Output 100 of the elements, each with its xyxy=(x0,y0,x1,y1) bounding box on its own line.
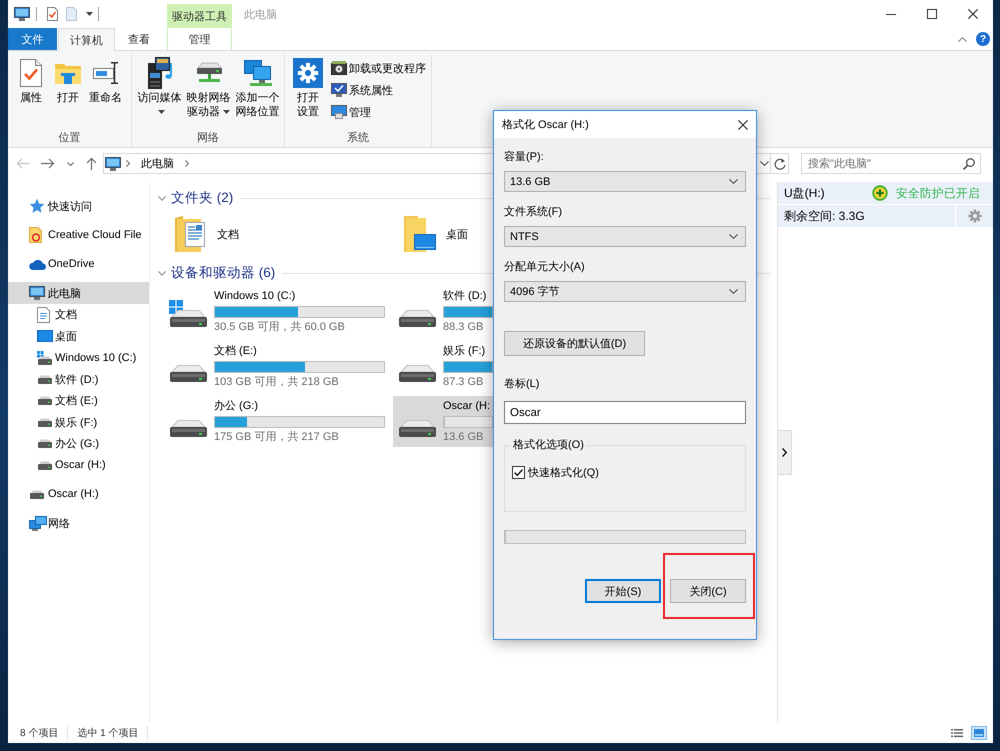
dialog-button[interactable]: 开始(S) xyxy=(585,579,661,603)
disc-box-icon xyxy=(331,61,347,75)
refresh-button[interactable] xyxy=(771,153,789,174)
ribbon-tab[interactable]: 计算机 xyxy=(58,28,115,51)
ribbon-button[interactable]: 卸载或更改程序 xyxy=(329,57,428,79)
text-field[interactable]: Oscar xyxy=(504,401,746,424)
checkbox-label[interactable]: 快速格式化(Q) xyxy=(528,464,599,480)
monitors-icon xyxy=(244,60,272,86)
drive-usage-text: 87.3 GB xyxy=(443,375,484,389)
maximize-icon[interactable] xyxy=(926,9,936,19)
ribbon-button[interactable]: 系统属性 xyxy=(329,79,428,101)
ribbon-tab[interactable]: 文件 xyxy=(8,28,57,50)
section-header[interactable]: 文件夹 (2) xyxy=(158,190,234,206)
close-icon[interactable] xyxy=(738,120,748,130)
ribbon-button[interactable]: 映射网络驱动器 xyxy=(184,57,233,119)
section-header[interactable]: 设备和驱动器 (6) xyxy=(158,265,276,281)
drive-name: 娱乐 (F:) xyxy=(443,344,486,358)
nav-item[interactable]: 文档 xyxy=(8,304,149,326)
ribbon-button[interactable]: 管理 xyxy=(329,101,428,123)
nav-item[interactable]: 快速访问 xyxy=(8,195,149,217)
dialog-title: 格式化 Oscar (H:) xyxy=(502,118,590,132)
drive-name: Windows 10 (C:) xyxy=(214,289,296,303)
folder-tile[interactable]: 文档 xyxy=(164,212,393,256)
nav-item[interactable]: 此电脑 xyxy=(8,282,149,304)
chevron-down-icon[interactable] xyxy=(67,162,74,166)
nav-item[interactable]: Creative Cloud File xyxy=(8,224,149,246)
expand-pane-button[interactable] xyxy=(778,430,792,475)
document-check-icon[interactable] xyxy=(47,7,58,21)
text-cursor-icon xyxy=(92,62,118,84)
dropdown[interactable]: 13.6 GB xyxy=(504,171,746,192)
group-title: 格式化选项(O) xyxy=(512,438,585,452)
details-view-icon[interactable] xyxy=(949,726,965,740)
forward-arrow-icon[interactable] xyxy=(41,158,55,169)
chevron-up-icon[interactable] xyxy=(958,36,967,42)
nav-item[interactable]: 娱乐 (F:) xyxy=(8,412,149,433)
nav-item[interactable]: 桌面 xyxy=(8,326,149,347)
search-icon[interactable] xyxy=(963,158,975,170)
monitor-icon xyxy=(331,105,347,119)
drive-tile[interactable]: Windows 10 (C:) 30.5 GB 可用，共 60.0 GB xyxy=(164,286,393,337)
ribbon-button[interactable]: 属性 xyxy=(13,57,49,105)
ribbon-button[interactable]: 打开设置 xyxy=(290,57,326,119)
drive-tile[interactable]: 文档 (E:) 103 GB 可用，共 218 GB xyxy=(164,341,393,392)
media-icon xyxy=(146,57,172,89)
nav-item[interactable]: 网络 xyxy=(8,512,149,534)
drive-icon xyxy=(168,420,208,438)
nav-item[interactable]: 文档 (E:) xyxy=(8,390,149,412)
nav-item[interactable]: 办公 (G:) xyxy=(8,433,149,454)
ribbon-tab[interactable]: 管理 xyxy=(167,28,232,50)
large-icons-view-icon[interactable] xyxy=(971,726,987,740)
group-label: 网络 xyxy=(196,131,220,146)
document-icon xyxy=(37,306,50,323)
ribbon-button[interactable]: 重命名 xyxy=(87,57,124,105)
checkbox[interactable] xyxy=(512,466,525,478)
nav-item[interactable]: OneDrive xyxy=(8,253,149,275)
monitor-check-icon xyxy=(331,83,347,97)
nav-item[interactable]: Oscar (H:) xyxy=(8,483,149,505)
free-space-text: 剩余空间: 3.3G xyxy=(783,208,865,224)
drive-icon xyxy=(37,418,53,427)
drive-tile[interactable]: 办公 (G:) 175 GB 可用，共 217 GB xyxy=(164,396,393,447)
ribbon-button[interactable]: 访问媒体 xyxy=(135,57,184,119)
help-button[interactable]: ? xyxy=(976,32,990,46)
ribbon-button[interactable]: 打开 xyxy=(50,57,86,105)
context-tab-group: 驱动器工具 xyxy=(167,4,232,28)
network-icon xyxy=(29,516,47,530)
chevron-right-icon[interactable] xyxy=(185,160,189,167)
up-arrow-icon[interactable] xyxy=(86,157,97,170)
dropdown[interactable]: NTFS xyxy=(504,226,746,247)
system-drive-icon xyxy=(37,350,53,365)
drive-usage-text: 88.3 GB xyxy=(443,320,484,334)
computer-icon[interactable] xyxy=(14,7,30,21)
ribbon-button[interactable]: 添加一个网络位置 xyxy=(233,57,282,119)
documents-folder-icon xyxy=(175,216,205,252)
nav-item[interactable]: Windows 10 (C:) xyxy=(8,347,149,368)
selection-count: 选中 1 个项目 xyxy=(77,726,138,740)
folder-name: 桌面 xyxy=(446,228,468,242)
drive-tile[interactable]: Oscar (H: 13.6 GB xyxy=(393,396,493,447)
drive-tile[interactable]: 软件 (D:) 88.3 GB xyxy=(393,286,493,337)
dialog-button[interactable]: 关闭(C) xyxy=(670,579,746,603)
nav-item[interactable]: Oscar (H:) xyxy=(8,454,149,476)
folder-icon xyxy=(55,62,81,84)
group-label: 位置 xyxy=(58,131,82,146)
drive-icon xyxy=(397,365,437,383)
breadcrumb[interactable]: 此电脑 xyxy=(135,156,180,171)
chevron-down-icon[interactable] xyxy=(760,161,769,166)
nav-item[interactable]: 软件 (D:) xyxy=(8,368,149,390)
drive-tile[interactable]: 娱乐 (F:) 87.3 GB xyxy=(393,341,493,392)
chevron-right-icon[interactable] xyxy=(126,160,130,167)
desktop-folder-icon xyxy=(404,216,436,252)
restore-defaults-button[interactable]: 还原设备的默认值(D) xyxy=(504,331,645,356)
chevron-right-icon xyxy=(782,448,787,457)
caret-icon[interactable] xyxy=(86,12,93,16)
drive-label: U盘(H:) xyxy=(783,184,825,202)
file-icon xyxy=(29,227,42,243)
field-label: 分配单元大小(A) xyxy=(504,260,586,274)
close-icon[interactable] xyxy=(968,9,978,19)
search-field[interactable]: 搜索"此电脑" xyxy=(801,153,981,174)
system-drive-icon xyxy=(168,300,208,328)
folder-tile[interactable]: 桌面 xyxy=(393,212,493,256)
drive-icon xyxy=(29,490,45,498)
dropdown[interactable]: 4096 字节 xyxy=(504,281,746,302)
